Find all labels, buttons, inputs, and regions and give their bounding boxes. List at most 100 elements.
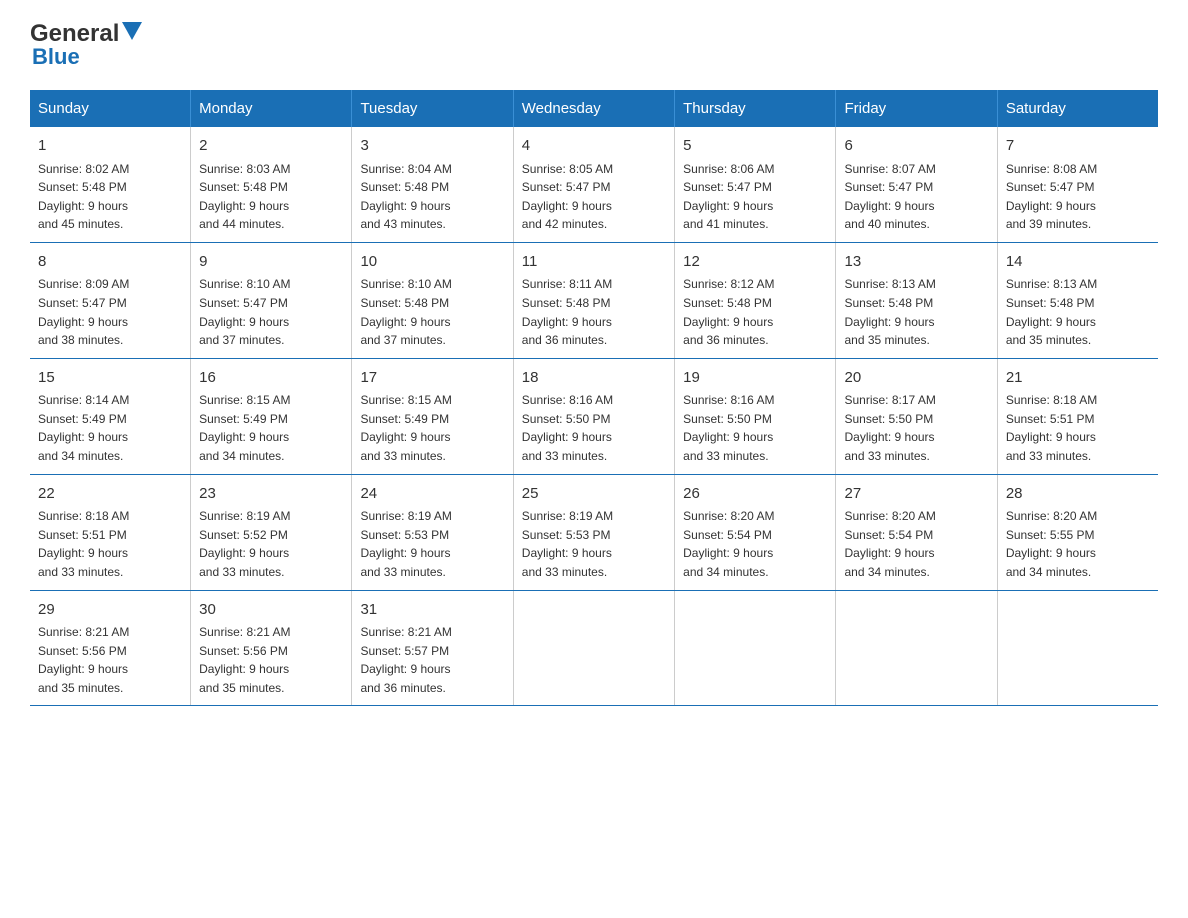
day-number: 14 bbox=[1006, 251, 1150, 274]
calendar-cell: 14Sunrise: 8:13 AMSunset: 5:48 PMDayligh… bbox=[997, 242, 1158, 358]
calendar-cell: 29Sunrise: 8:21 AMSunset: 5:56 PMDayligh… bbox=[30, 590, 191, 706]
calendar-table: SundayMondayTuesdayWednesdayThursdayFrid… bbox=[30, 90, 1158, 706]
calendar-cell: 16Sunrise: 8:15 AMSunset: 5:49 PMDayligh… bbox=[191, 358, 352, 474]
day-number: 21 bbox=[1006, 367, 1150, 390]
calendar-cell: 13Sunrise: 8:13 AMSunset: 5:48 PMDayligh… bbox=[836, 242, 997, 358]
day-number: 19 bbox=[683, 367, 827, 390]
calendar-cell: 3Sunrise: 8:04 AMSunset: 5:48 PMDaylight… bbox=[352, 127, 513, 242]
day-info: Sunrise: 8:04 AMSunset: 5:48 PMDaylight:… bbox=[360, 160, 504, 234]
calendar-cell: 21Sunrise: 8:18 AMSunset: 5:51 PMDayligh… bbox=[997, 358, 1158, 474]
calendar-cell: 24Sunrise: 8:19 AMSunset: 5:53 PMDayligh… bbox=[352, 474, 513, 590]
day-info: Sunrise: 8:11 AMSunset: 5:48 PMDaylight:… bbox=[522, 275, 666, 349]
calendar-header-saturday: Saturday bbox=[997, 90, 1158, 127]
calendar-week-row: 15Sunrise: 8:14 AMSunset: 5:49 PMDayligh… bbox=[30, 358, 1158, 474]
day-number: 28 bbox=[1006, 483, 1150, 506]
calendar-cell: 10Sunrise: 8:10 AMSunset: 5:48 PMDayligh… bbox=[352, 242, 513, 358]
day-number: 30 bbox=[199, 599, 343, 622]
calendar-week-row: 1Sunrise: 8:02 AMSunset: 5:48 PMDaylight… bbox=[30, 127, 1158, 242]
day-number: 3 bbox=[360, 135, 504, 158]
day-info: Sunrise: 8:15 AMSunset: 5:49 PMDaylight:… bbox=[199, 391, 343, 465]
calendar-week-row: 22Sunrise: 8:18 AMSunset: 5:51 PMDayligh… bbox=[30, 474, 1158, 590]
calendar-cell: 2Sunrise: 8:03 AMSunset: 5:48 PMDaylight… bbox=[191, 127, 352, 242]
logo-blue-text: Blue bbox=[32, 44, 80, 69]
calendar-header-sunday: Sunday bbox=[30, 90, 191, 127]
calendar-cell bbox=[836, 590, 997, 706]
calendar-week-row: 8Sunrise: 8:09 AMSunset: 5:47 PMDaylight… bbox=[30, 242, 1158, 358]
day-number: 22 bbox=[38, 483, 182, 506]
calendar-cell: 20Sunrise: 8:17 AMSunset: 5:50 PMDayligh… bbox=[836, 358, 997, 474]
day-info: Sunrise: 8:09 AMSunset: 5:47 PMDaylight:… bbox=[38, 275, 182, 349]
day-number: 12 bbox=[683, 251, 827, 274]
calendar-cell: 11Sunrise: 8:11 AMSunset: 5:48 PMDayligh… bbox=[513, 242, 674, 358]
day-info: Sunrise: 8:21 AMSunset: 5:56 PMDaylight:… bbox=[199, 623, 343, 697]
day-info: Sunrise: 8:19 AMSunset: 5:53 PMDaylight:… bbox=[360, 507, 504, 581]
day-info: Sunrise: 8:20 AMSunset: 5:54 PMDaylight:… bbox=[844, 507, 988, 581]
day-info: Sunrise: 8:17 AMSunset: 5:50 PMDaylight:… bbox=[844, 391, 988, 465]
day-number: 29 bbox=[38, 599, 182, 622]
calendar-cell: 5Sunrise: 8:06 AMSunset: 5:47 PMDaylight… bbox=[675, 127, 836, 242]
calendar-header-friday: Friday bbox=[836, 90, 997, 127]
calendar-header-row: SundayMondayTuesdayWednesdayThursdayFrid… bbox=[30, 90, 1158, 127]
page-header: General Blue bbox=[30, 20, 1158, 70]
day-info: Sunrise: 8:18 AMSunset: 5:51 PMDaylight:… bbox=[1006, 391, 1150, 465]
day-info: Sunrise: 8:06 AMSunset: 5:47 PMDaylight:… bbox=[683, 160, 827, 234]
calendar-cell: 7Sunrise: 8:08 AMSunset: 5:47 PMDaylight… bbox=[997, 127, 1158, 242]
day-info: Sunrise: 8:16 AMSunset: 5:50 PMDaylight:… bbox=[683, 391, 827, 465]
day-number: 7 bbox=[1006, 135, 1150, 158]
day-number: 4 bbox=[522, 135, 666, 158]
day-info: Sunrise: 8:19 AMSunset: 5:53 PMDaylight:… bbox=[522, 507, 666, 581]
calendar-cell: 28Sunrise: 8:20 AMSunset: 5:55 PMDayligh… bbox=[997, 474, 1158, 590]
day-number: 15 bbox=[38, 367, 182, 390]
calendar-header-thursday: Thursday bbox=[675, 90, 836, 127]
day-info: Sunrise: 8:05 AMSunset: 5:47 PMDaylight:… bbox=[522, 160, 666, 234]
day-info: Sunrise: 8:16 AMSunset: 5:50 PMDaylight:… bbox=[522, 391, 666, 465]
calendar-cell: 17Sunrise: 8:15 AMSunset: 5:49 PMDayligh… bbox=[352, 358, 513, 474]
day-number: 10 bbox=[360, 251, 504, 274]
day-number: 13 bbox=[844, 251, 988, 274]
calendar-header-tuesday: Tuesday bbox=[352, 90, 513, 127]
calendar-cell: 12Sunrise: 8:12 AMSunset: 5:48 PMDayligh… bbox=[675, 242, 836, 358]
day-info: Sunrise: 8:21 AMSunset: 5:56 PMDaylight:… bbox=[38, 623, 182, 697]
logo-arrow-icon bbox=[122, 22, 142, 42]
calendar-cell: 6Sunrise: 8:07 AMSunset: 5:47 PMDaylight… bbox=[836, 127, 997, 242]
day-info: Sunrise: 8:20 AMSunset: 5:55 PMDaylight:… bbox=[1006, 507, 1150, 581]
calendar-cell: 4Sunrise: 8:05 AMSunset: 5:47 PMDaylight… bbox=[513, 127, 674, 242]
day-info: Sunrise: 8:02 AMSunset: 5:48 PMDaylight:… bbox=[38, 160, 182, 234]
day-info: Sunrise: 8:15 AMSunset: 5:49 PMDaylight:… bbox=[360, 391, 504, 465]
calendar-cell bbox=[675, 590, 836, 706]
calendar-header-wednesday: Wednesday bbox=[513, 90, 674, 127]
day-info: Sunrise: 8:19 AMSunset: 5:52 PMDaylight:… bbox=[199, 507, 343, 581]
day-info: Sunrise: 8:08 AMSunset: 5:47 PMDaylight:… bbox=[1006, 160, 1150, 234]
day-info: Sunrise: 8:07 AMSunset: 5:47 PMDaylight:… bbox=[844, 160, 988, 234]
calendar-cell: 22Sunrise: 8:18 AMSunset: 5:51 PMDayligh… bbox=[30, 474, 191, 590]
day-info: Sunrise: 8:03 AMSunset: 5:48 PMDaylight:… bbox=[199, 160, 343, 234]
day-number: 8 bbox=[38, 251, 182, 274]
day-number: 26 bbox=[683, 483, 827, 506]
calendar-cell: 1Sunrise: 8:02 AMSunset: 5:48 PMDaylight… bbox=[30, 127, 191, 242]
calendar-cell: 9Sunrise: 8:10 AMSunset: 5:47 PMDaylight… bbox=[191, 242, 352, 358]
calendar-cell bbox=[513, 590, 674, 706]
day-number: 17 bbox=[360, 367, 504, 390]
calendar-cell: 8Sunrise: 8:09 AMSunset: 5:47 PMDaylight… bbox=[30, 242, 191, 358]
calendar-header-monday: Monday bbox=[191, 90, 352, 127]
calendar-week-row: 29Sunrise: 8:21 AMSunset: 5:56 PMDayligh… bbox=[30, 590, 1158, 706]
day-info: Sunrise: 8:18 AMSunset: 5:51 PMDaylight:… bbox=[38, 507, 182, 581]
day-number: 31 bbox=[360, 599, 504, 622]
day-info: Sunrise: 8:13 AMSunset: 5:48 PMDaylight:… bbox=[1006, 275, 1150, 349]
day-number: 16 bbox=[199, 367, 343, 390]
day-info: Sunrise: 8:14 AMSunset: 5:49 PMDaylight:… bbox=[38, 391, 182, 465]
calendar-cell: 23Sunrise: 8:19 AMSunset: 5:52 PMDayligh… bbox=[191, 474, 352, 590]
logo: General Blue bbox=[30, 20, 142, 70]
day-info: Sunrise: 8:20 AMSunset: 5:54 PMDaylight:… bbox=[683, 507, 827, 581]
calendar-cell: 26Sunrise: 8:20 AMSunset: 5:54 PMDayligh… bbox=[675, 474, 836, 590]
calendar-cell: 27Sunrise: 8:20 AMSunset: 5:54 PMDayligh… bbox=[836, 474, 997, 590]
calendar-cell: 18Sunrise: 8:16 AMSunset: 5:50 PMDayligh… bbox=[513, 358, 674, 474]
day-number: 25 bbox=[522, 483, 666, 506]
day-info: Sunrise: 8:10 AMSunset: 5:48 PMDaylight:… bbox=[360, 275, 504, 349]
day-info: Sunrise: 8:12 AMSunset: 5:48 PMDaylight:… bbox=[683, 275, 827, 349]
calendar-cell: 30Sunrise: 8:21 AMSunset: 5:56 PMDayligh… bbox=[191, 590, 352, 706]
calendar-cell: 25Sunrise: 8:19 AMSunset: 5:53 PMDayligh… bbox=[513, 474, 674, 590]
day-number: 6 bbox=[844, 135, 988, 158]
calendar-cell: 19Sunrise: 8:16 AMSunset: 5:50 PMDayligh… bbox=[675, 358, 836, 474]
day-number: 20 bbox=[844, 367, 988, 390]
